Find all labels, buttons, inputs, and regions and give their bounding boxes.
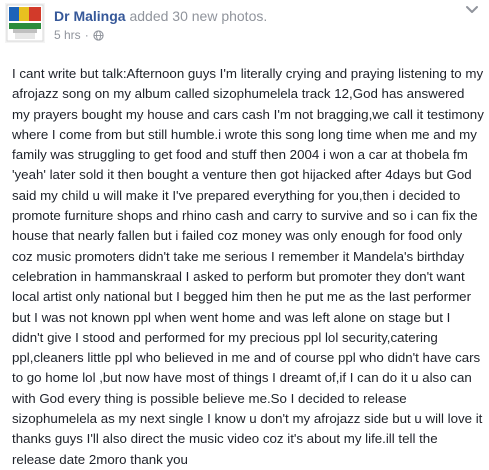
chevron-down-icon[interactable] — [465, 5, 479, 15]
avatar[interactable] — [5, 3, 45, 43]
globe-icon[interactable] — [93, 29, 104, 41]
facebook-post: Dr Malinga added 30 new photos. 5 hrs · … — [0, 0, 489, 467]
profile-picture — [5, 3, 45, 43]
meta-separator: · — [84, 28, 89, 42]
post-action-text: added 30 new photos. — [125, 8, 268, 24]
author-name-link[interactable]: Dr Malinga — [54, 8, 126, 24]
post-body-text: I cant write but talk:Afternoon guys I'm… — [12, 66, 484, 467]
post-header: Dr Malinga added 30 new photos. — [54, 8, 267, 24]
post-timestamp[interactable]: 5 hrs — [54, 28, 81, 42]
post-meta: 5 hrs · — [54, 28, 104, 42]
